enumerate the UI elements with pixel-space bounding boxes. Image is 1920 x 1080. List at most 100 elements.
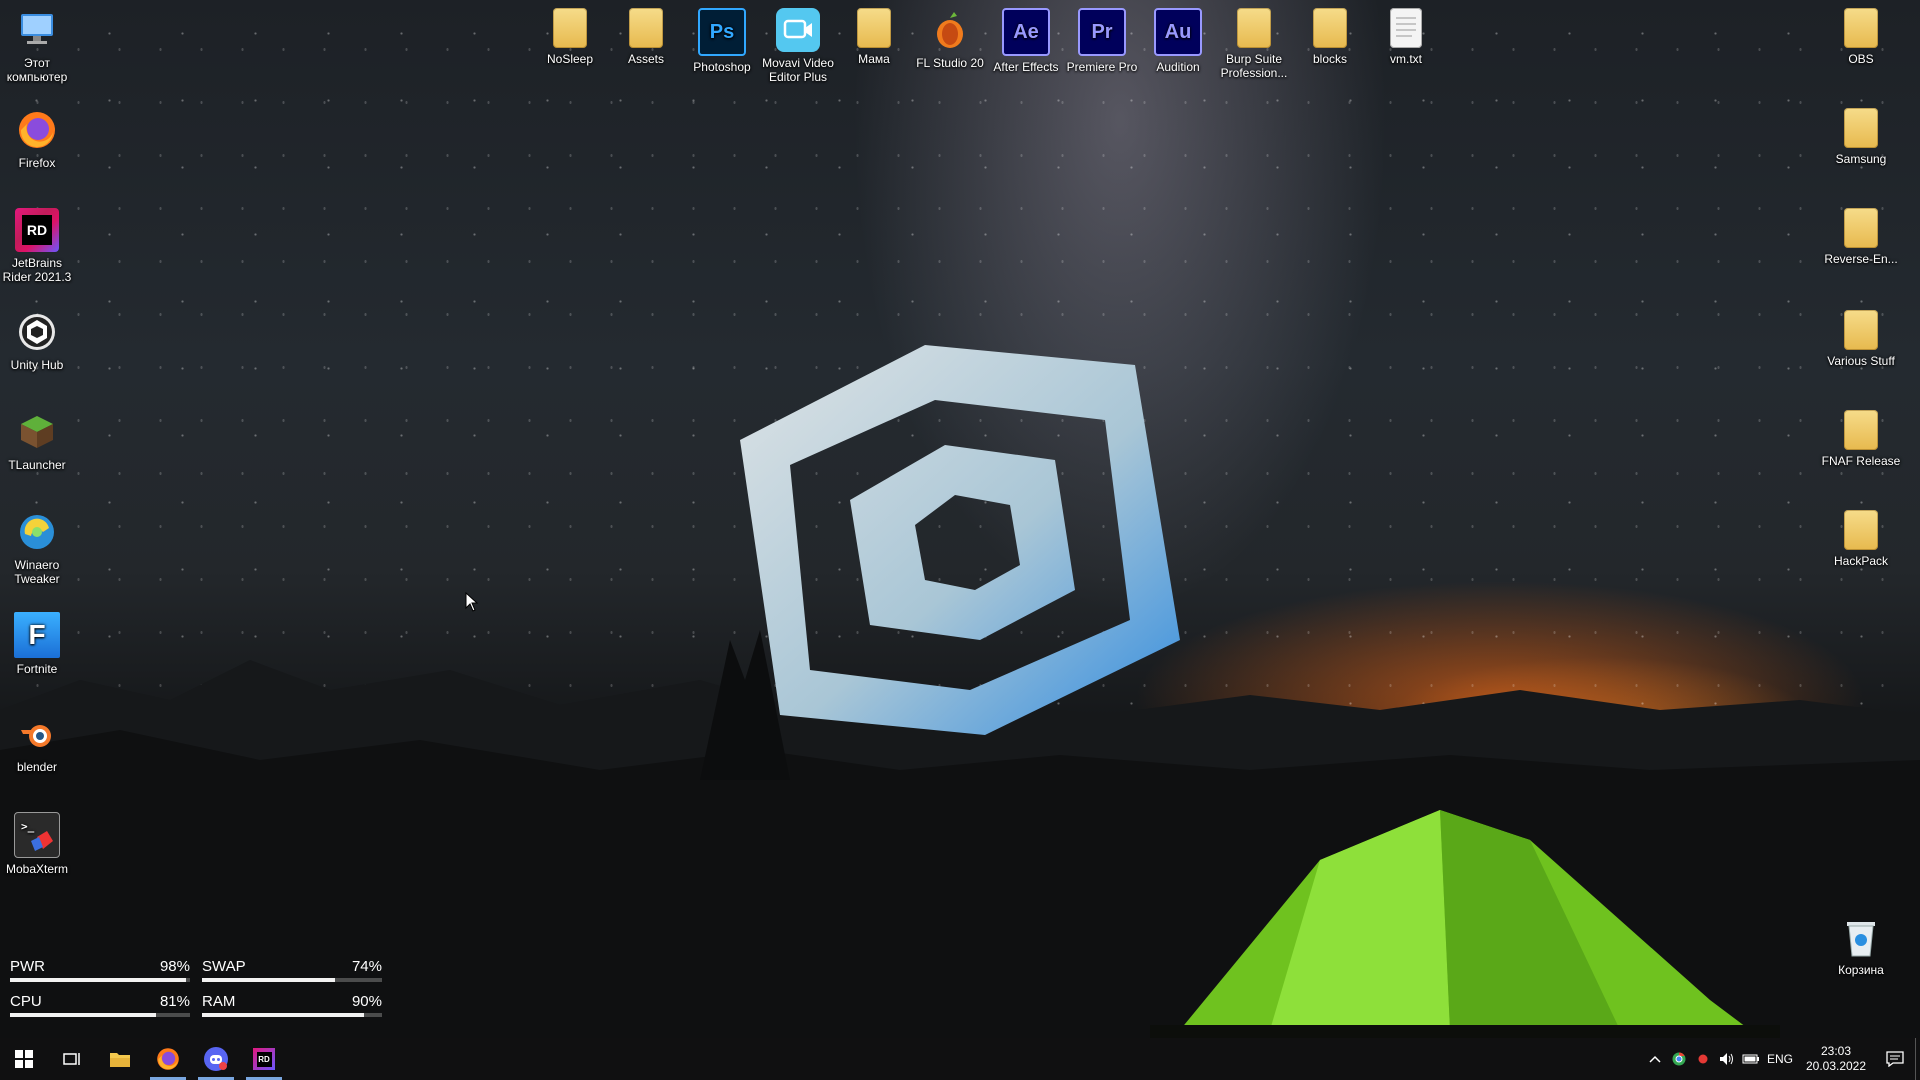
folder-icon	[1844, 310, 1878, 350]
desktop-icon-mama[interactable]: Мама	[834, 8, 914, 66]
folder-icon	[1844, 510, 1878, 550]
desktop-icon-tlauncher[interactable]: TLauncher	[0, 410, 77, 472]
desktop-icon-premiere[interactable]: Pr Premiere Pro	[1062, 8, 1142, 74]
desktop-icon-label: Samsung	[1835, 152, 1887, 166]
tray-clock[interactable]: 23:03 20.03.2022	[1797, 1044, 1875, 1074]
folder-icon	[629, 8, 663, 48]
rider-icon: RD	[253, 1048, 275, 1070]
audition-icon: Au	[1154, 8, 1202, 56]
taskbar-rider[interactable]: RD	[240, 1038, 288, 1080]
glowing-tent	[1150, 810, 1780, 1038]
desktop-icon-unity-hub[interactable]: Unity Hub	[0, 310, 77, 372]
desktop-icon-label: blocks	[1312, 52, 1347, 66]
desktop-icon-this-pc[interactable]: Этот компьютер	[0, 8, 77, 84]
start-button[interactable]	[0, 1038, 48, 1080]
desktop-icon-blender[interactable]: blender	[0, 712, 77, 774]
movavi-icon	[776, 8, 820, 52]
desktop-icon-samsung[interactable]: Samsung	[1821, 108, 1901, 166]
tray-chrome[interactable]	[1667, 1038, 1691, 1080]
tlauncher-icon	[15, 410, 59, 454]
mobaxterm-icon: >_	[14, 812, 60, 858]
desktop-icon-fnaf-release[interactable]: FNAF Release	[1821, 410, 1901, 468]
desktop-icon-fortnite[interactable]: F Fortnite	[0, 612, 77, 676]
desktop-icon-recycle-bin[interactable]: Корзина	[1821, 915, 1901, 977]
stat-label: RAM	[202, 993, 236, 1010]
unity-icon	[15, 310, 59, 354]
taskbar: RD ENG 23:03 20.03.2022	[0, 1038, 1920, 1080]
stat-bar-track	[10, 1013, 190, 1017]
battery-icon	[1742, 1054, 1759, 1064]
desktop-icon-label: Various Stuff	[1827, 354, 1895, 368]
taskbar-firefox[interactable]	[144, 1038, 192, 1080]
folder-icon	[1844, 208, 1878, 248]
desktop-icon-reverse-en[interactable]: Reverse-En...	[1821, 208, 1901, 266]
desktop-icon-audition[interactable]: Au Audition	[1138, 8, 1218, 74]
desktop-icon-nosleep[interactable]: NoSleep	[530, 8, 610, 66]
desktop-icon-winaero[interactable]: Winaero Tweaker	[0, 510, 77, 586]
taskbar-discord[interactable]	[192, 1038, 240, 1080]
desktop-icon-hackpack[interactable]: HackPack	[1821, 510, 1901, 568]
stat-label: CPU	[10, 993, 42, 1010]
desktop-icon-label: MobaXterm	[5, 862, 69, 876]
chevron-up-icon	[1649, 1055, 1661, 1063]
desktop-icon-mobaxterm[interactable]: >_ MobaXterm	[0, 812, 77, 876]
premiere-icon: Pr	[1078, 8, 1126, 56]
show-desktop-button[interactable]	[1915, 1038, 1920, 1080]
desktop-icon-movavi[interactable]: Movavi Video Editor Plus	[758, 8, 838, 84]
rider-icon: RD	[15, 208, 59, 252]
firefox-icon	[15, 108, 59, 152]
desktop-icon-rider[interactable]: RD JetBrains Rider 2021.3	[0, 208, 77, 284]
desktop-icon-blocks[interactable]: blocks	[1290, 8, 1370, 66]
clock-date: 20.03.2022	[1805, 1059, 1867, 1073]
recycle-bin-icon	[1839, 915, 1883, 959]
desktop-icon-firefox[interactable]: Firefox	[0, 108, 77, 170]
desktop-icon-label: Audition	[1156, 60, 1200, 74]
stat-bar-fill	[10, 978, 187, 982]
desktop-icon-various-stuff[interactable]: Various Stuff	[1821, 310, 1901, 368]
mouse-cursor-icon	[465, 592, 479, 612]
desktop-icon-label: Reverse-En...	[1824, 252, 1898, 266]
desktop-icon-assets[interactable]: Assets	[606, 8, 686, 66]
desktop-icon-label: Winaero Tweaker	[14, 558, 60, 586]
task-view-button[interactable]	[48, 1038, 96, 1080]
tray-record[interactable]	[1691, 1038, 1715, 1080]
desktop-icon-label: Корзина	[1838, 963, 1884, 977]
desktop-icon-label: FL Studio 20	[916, 56, 984, 70]
folder-icon	[1844, 8, 1878, 48]
speaker-icon	[1720, 1053, 1733, 1065]
desktop-icon-label: vm.txt	[1390, 52, 1422, 66]
tray-language[interactable]: ENG	[1763, 1038, 1797, 1080]
desktop-icon-aftereffects[interactable]: Ae After Effects	[986, 8, 1066, 74]
desktop-icon-obs[interactable]: OBS	[1821, 8, 1901, 66]
notification-icon	[1886, 1051, 1904, 1067]
action-center-button[interactable]	[1875, 1038, 1915, 1080]
stat-bar-track	[202, 1013, 382, 1017]
folder-icon	[1313, 8, 1347, 48]
desktop-icon-vm-txt[interactable]: vm.txt	[1366, 8, 1446, 66]
tray-volume[interactable]	[1715, 1038, 1739, 1080]
stat-label: PWR	[10, 958, 45, 975]
desktop-icon-label: After Effects	[993, 60, 1059, 74]
blender-icon	[15, 712, 59, 756]
stat-bar-fill	[10, 1013, 156, 1017]
tray-battery[interactable]	[1739, 1038, 1763, 1080]
file-explorer-icon	[110, 1053, 130, 1067]
desktop-icon-label: Movavi Video Editor Plus	[762, 56, 834, 84]
show-hidden-icons-button[interactable]	[1643, 1038, 1667, 1080]
desktop-icon-label: Burp Suite Profession...	[1220, 52, 1288, 80]
desktop-icon-flstudio[interactable]: FL Studio 20	[910, 8, 990, 70]
desktop-icon-burpsuite[interactable]: Burp Suite Profession...	[1214, 8, 1294, 80]
taskbar-file-explorer[interactable]	[96, 1038, 144, 1080]
windows-logo-icon	[15, 1050, 33, 1068]
stat-bar-fill	[202, 1013, 364, 1017]
hexagon-logo	[735, 340, 1185, 740]
flstudio-icon	[928, 8, 972, 52]
fortnite-icon: F	[14, 612, 60, 658]
stat-label: SWAP	[202, 958, 246, 975]
photoshop-icon: Ps	[698, 8, 746, 56]
winaero-icon	[15, 510, 59, 554]
desktop-icon-label: JetBrains Rider 2021.3	[2, 256, 72, 284]
desktop-icon-photoshop[interactable]: Ps Photoshop	[682, 8, 762, 74]
folder-icon	[1844, 410, 1878, 450]
desktop-icon-label: TLauncher	[8, 458, 66, 472]
